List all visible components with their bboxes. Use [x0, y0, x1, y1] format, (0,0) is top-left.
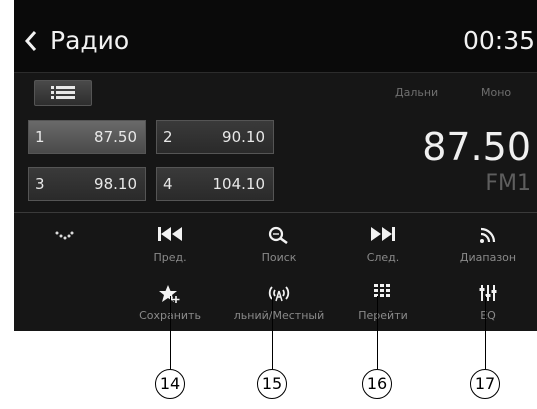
preset-number: 4 — [163, 175, 173, 193]
preset-frequency: 98.10 — [94, 175, 137, 193]
goto-button[interactable]: Перейти — [333, 284, 433, 323]
preset-frequency: 87.50 — [94, 128, 137, 146]
equalizer-icon — [438, 284, 537, 306]
preset-2[interactable]: 2 90.10 — [156, 120, 274, 154]
callout-15: 15 — [257, 369, 287, 399]
title-bar: Радио 00:35 — [14, 0, 537, 73]
preset-number: 3 — [35, 175, 45, 193]
goto-label: Перейти — [358, 309, 408, 322]
distance-mode[interactable]: Дальни — [395, 86, 438, 99]
band-label: Диапазон — [459, 251, 517, 264]
band-button[interactable]: Диапазон — [438, 226, 537, 265]
search-icon — [229, 226, 329, 248]
keypad-icon — [333, 284, 433, 306]
next-button[interactable]: След. — [333, 226, 433, 265]
chevron-left-icon[interactable] — [24, 24, 50, 58]
radio-screen: Радио 00:35 Дальни Моно 1 87.50 2 90.10 … — [14, 0, 537, 331]
dx-local-button[interactable]: льний/Местный — [229, 284, 329, 323]
previous-button[interactable]: Пред. — [120, 226, 220, 265]
previous-label: Пред. — [153, 251, 187, 264]
callout-line-15 — [272, 296, 273, 369]
page-title: Радио — [50, 26, 130, 55]
current-frequency: 87.50 — [422, 125, 531, 169]
antenna-icon — [229, 284, 329, 306]
callout-line-17 — [485, 296, 486, 369]
preset-4[interactable]: 4 104.10 — [156, 167, 274, 201]
stereo-mode[interactable]: Моно — [481, 86, 511, 99]
preset-number: 1 — [35, 128, 45, 146]
callout-16: 16 — [362, 369, 392, 399]
preset-3[interactable]: 3 98.10 — [28, 167, 146, 201]
search-label: Поиск — [261, 251, 297, 264]
divider — [14, 212, 537, 213]
clock: 00:35 — [462, 26, 535, 55]
eq-label: EQ — [480, 309, 496, 322]
list-icon — [51, 86, 75, 99]
next-label: След. — [366, 251, 400, 264]
eq-button[interactable]: EQ — [438, 284, 537, 323]
preset-number: 2 — [163, 128, 173, 146]
preset-frequency: 104.10 — [212, 175, 266, 193]
callout-line-14 — [170, 296, 171, 369]
list-button[interactable] — [34, 80, 92, 106]
next-icon — [333, 226, 433, 248]
band-icon — [438, 226, 537, 248]
callout-14: 14 — [155, 369, 185, 399]
dx-local-label: льний/Местный — [233, 309, 325, 322]
previous-icon — [120, 226, 220, 248]
preset-1[interactable]: 1 87.50 — [28, 120, 146, 154]
callout-line-16 — [377, 296, 378, 369]
collapse-button[interactable] — [14, 226, 114, 248]
chevron-down-icon — [14, 226, 114, 248]
preset-frequency: 90.10 — [222, 128, 265, 146]
search-button[interactable]: Поиск — [229, 226, 329, 265]
callout-17: 17 — [470, 369, 500, 399]
current-band: FM1 — [485, 171, 531, 196]
